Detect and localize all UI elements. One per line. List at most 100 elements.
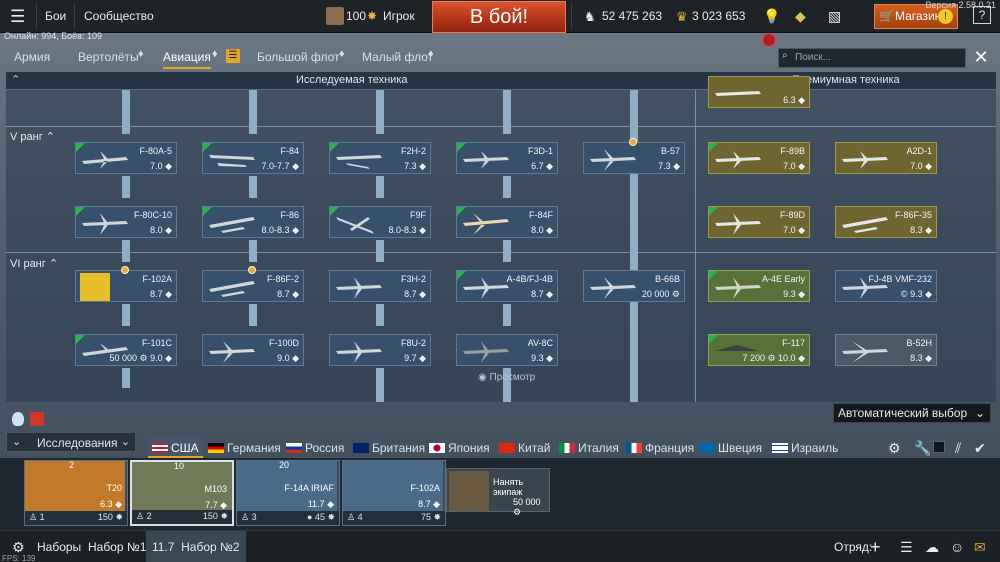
tree-connector xyxy=(376,368,384,402)
crew-portrait xyxy=(449,471,489,511)
tab-country-china[interactable]: Китай xyxy=(499,438,550,458)
silver-lions-value: 52 475 263 xyxy=(602,9,663,23)
research-queue-icon[interactable] xyxy=(30,412,44,426)
tree-connector xyxy=(376,176,384,198)
lightbulb-icon xyxy=(12,412,24,426)
vehicle-card[interactable]: AV-8C 9.3 ◆ xyxy=(456,334,558,366)
research-button[interactable]: ⌄ Исследования ⌄ xyxy=(6,432,136,452)
coupon-icon[interactable]: ▧ xyxy=(828,0,841,33)
tab-bluewater-fleet[interactable]: Большой флот xyxy=(257,45,340,69)
repair-icon[interactable]: ⫽ xyxy=(955,440,961,457)
tab-army[interactable]: Армия xyxy=(14,45,50,69)
vehicle-card[interactable]: F-101C 50 000 ⚙ 9.0 ◆ xyxy=(75,334,177,366)
profile-icon[interactable]: ☺ xyxy=(950,531,964,562)
premium-separator xyxy=(695,90,696,402)
aircraft-icon xyxy=(715,213,761,235)
aircraft-icon xyxy=(209,281,255,297)
avatar[interactable] xyxy=(326,7,344,25)
tab-country-japan[interactable]: Япония xyxy=(429,438,490,458)
crew-slot-selected[interactable]: 10 M103 7.7 ◆ ♙ 2 150 ✸ xyxy=(130,460,234,526)
vehicle-card[interactable]: F-80A-5 7.0 ◆ xyxy=(75,142,177,174)
hire-crew-slot[interactable]: Нанять экипаж 50 000 ⚙ xyxy=(446,468,550,517)
lightbulb-icon: ♦ xyxy=(138,48,144,60)
tab-country-france[interactable]: Франция xyxy=(626,438,694,458)
vehicle-card[interactable]: F2H-2 7.3 ◆ xyxy=(329,142,431,174)
list-icon[interactable]: ☰ xyxy=(226,49,240,63)
vehicle-card-premium[interactable]: B-52H 8.3 ◆ xyxy=(835,334,937,366)
vehicle-card-premium[interactable]: F-86F-35 8.3 ◆ xyxy=(835,206,937,238)
vehicle-card[interactable]: FJ-4B VMF-232 © 9.3 ◆ xyxy=(835,270,937,302)
tab-country-italy[interactable]: Италия xyxy=(559,438,619,458)
aircraft-icon xyxy=(590,149,636,171)
vehicle-card[interactable]: B-57 7.3 ◆ xyxy=(583,138,685,174)
add-squad-icon[interactable]: + xyxy=(870,531,881,562)
tree-connector xyxy=(630,294,638,402)
gear-icon[interactable]: ⚙ xyxy=(888,440,901,457)
research-label: Исследования xyxy=(37,436,118,450)
vehicle-card[interactable]: F-80C-10 8.0 ◆ xyxy=(75,206,177,238)
premium-icon[interactable]: ◆ xyxy=(795,0,806,33)
vehicle-card[interactable]: F3H-2 8.7 ◆ xyxy=(329,270,431,302)
tab-country-germany[interactable]: Германия xyxy=(208,438,281,458)
tab-coastal-fleet[interactable]: Малый флот xyxy=(362,45,433,69)
crew-slot[interactable]: F-102A 8.7 ◆ ♙ 4 75 ✸ xyxy=(342,460,446,526)
vehicle-card-premium[interactable]: A-4E Early 9.3 ◆ xyxy=(708,270,810,302)
wrench-icon[interactable]: 🔧 xyxy=(914,440,931,457)
vehicle-card-premium[interactable]: 6.3 ◆ xyxy=(708,76,810,108)
aircraft-icon xyxy=(336,155,382,169)
vehicle-card[interactable]: F-84 7.0-7.7 ◆ xyxy=(202,142,304,174)
presets-button[interactable]: Наборы xyxy=(37,531,81,562)
tree-connector xyxy=(376,90,384,134)
aircraft-icon xyxy=(715,151,761,169)
aircraft-icon xyxy=(715,91,761,96)
tree-connector xyxy=(122,90,130,134)
silver-lions-icon: ♞ xyxy=(584,9,596,24)
menu-community[interactable]: Сообщество xyxy=(84,0,154,33)
vehicle-card-premium[interactable]: F-117 7 200 ⚙ 10.0 ◆ xyxy=(708,334,810,366)
vehicle-card[interactable]: F-100D 9.0 ◆ xyxy=(202,334,304,366)
tab-country-israel[interactable]: Израиль xyxy=(772,438,838,458)
crew-slot[interactable]: 20 F-14A IRIAF 11.7 ◆ ♙ 3 ● 45 ✸ xyxy=(236,460,340,526)
checkmark-icon[interactable]: ✔ xyxy=(974,440,986,457)
preset-2-tab[interactable]: 11.7 Набор №2 xyxy=(146,531,246,562)
crew-slot[interactable]: 2 T20 6.3 ◆ ♙ 1 150 ✸ xyxy=(24,460,128,526)
tab-helicopters[interactable]: Вертолёты xyxy=(78,45,139,69)
aircraft-icon xyxy=(463,151,509,169)
vehicle-card-premium[interactable]: F-89D 7.0 ◆ xyxy=(708,206,810,238)
auto-select-dropdown[interactable]: Автоматический выбор ⌄ xyxy=(833,403,991,423)
vehicle-card-premium[interactable]: F-89B 7.0 ◆ xyxy=(708,142,810,174)
tab-country-sweden[interactable]: Швеция xyxy=(699,438,762,458)
vehicle-card[interactable]: F8U-2 9.7 ◆ xyxy=(329,334,431,366)
vehicle-card[interactable]: A-4B/FJ-4B 8.7 ◆ xyxy=(456,270,558,302)
preset-1-tab[interactable]: Набор №1 xyxy=(88,531,146,562)
to-battle-button[interactable]: В бой! xyxy=(432,1,566,33)
vehicle-card[interactable]: F-84F 8.0 ◆ xyxy=(456,206,558,238)
vehicle-card[interactable]: B-66B 20 000 ⚙ xyxy=(583,270,685,302)
online-status: Онлайн: 994, Боёв: 109 xyxy=(4,31,102,41)
checkbox[interactable] xyxy=(933,441,945,453)
tab-aviation[interactable]: Авиация xyxy=(163,45,211,69)
tree-connector xyxy=(503,90,511,134)
list-icon[interactable]: ☰ xyxy=(900,531,913,562)
tab-country-russia[interactable]: Россия xyxy=(286,438,344,458)
close-icon[interactable]: ✕ xyxy=(970,45,992,69)
aircraft-icon xyxy=(336,217,374,234)
chat-icon[interactable]: ✉ xyxy=(974,531,986,562)
menu-battles[interactable]: Бои xyxy=(45,0,66,33)
search-input[interactable]: Поиск... xyxy=(778,48,966,68)
tab-country-usa[interactable]: США xyxy=(148,438,203,458)
vehicle-card[interactable]: F9F 8.0-8.3 ◆ xyxy=(329,206,431,238)
collapse-icon[interactable]: ⌃ xyxy=(11,73,20,86)
tree-connector xyxy=(122,368,130,388)
tab-country-britain[interactable]: Британия xyxy=(353,438,425,458)
vehicle-card[interactable]: F-86 8.0-8.3 ◆ xyxy=(202,206,304,238)
aircraft-icon xyxy=(463,277,509,299)
vehicle-card-premium[interactable]: A2D-1 7.0 ◆ xyxy=(835,142,937,174)
friends-icon[interactable]: ☁ xyxy=(925,531,939,562)
vehicle-card[interactable]: F3D-1 6.7 ◆ xyxy=(456,142,558,174)
lightbulb-icon[interactable]: 💡 xyxy=(763,0,780,33)
vehicle-card[interactable]: F-102A 8.7 ◆ xyxy=(75,266,177,302)
player-name[interactable]: Игрок xyxy=(383,0,415,33)
vehicle-card[interactable]: F-86F-2 8.7 ◆ xyxy=(202,266,304,302)
hamburger-menu-icon[interactable]: ☰ xyxy=(10,0,25,33)
